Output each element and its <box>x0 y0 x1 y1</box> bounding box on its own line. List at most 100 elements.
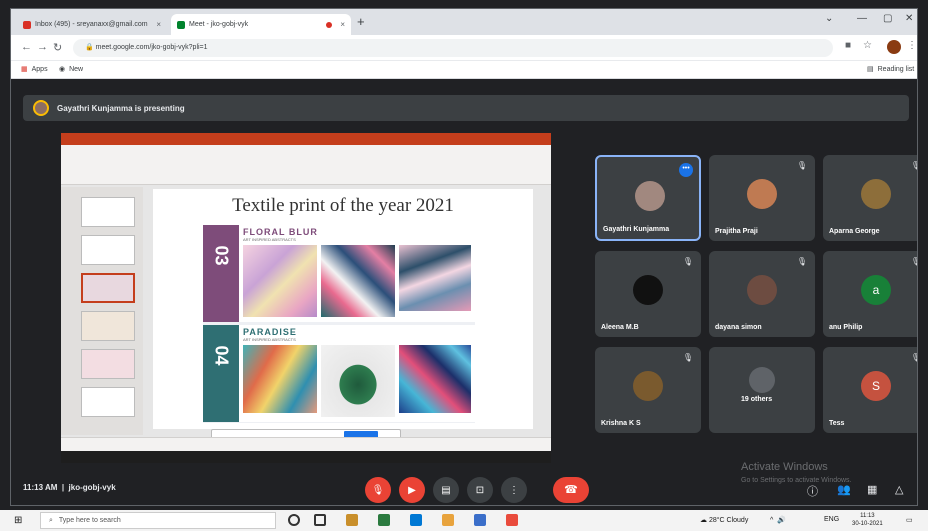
meeting-info: 11:13 AM | jko-gobj-vyk <box>23 483 116 492</box>
language-indicator[interactable]: ENG <box>824 516 839 523</box>
cortana-icon[interactable] <box>288 514 300 526</box>
back-button[interactable]: ← <box>21 41 32 53</box>
chat-icon[interactable]: ▦ <box>867 483 877 496</box>
forward-button[interactable]: → <box>37 41 48 53</box>
new-tab-button[interactable]: + <box>357 14 365 29</box>
edge-icon[interactable] <box>410 514 422 526</box>
tab-gmail[interactable]: Inbox (495) - sreyanaxx@gmail.com × <box>17 14 167 35</box>
weather-status[interactable]: ☁ 28°C Cloudy <box>700 516 748 524</box>
participant-name: Aparna George <box>829 228 880 235</box>
taskbar-search[interactable]: ⌕ Type here to search <box>40 512 276 529</box>
tab-label: Inbox (495) - sreyanaxx@gmail.com <box>35 21 148 28</box>
windows-start-icon[interactable]: ⊞ <box>14 515 22 526</box>
collection-panel: 03 FLORAL BLUR ART INSPIRED ABSTRACTS <box>203 225 475 322</box>
close-window-button[interactable]: ✕ <box>905 13 913 24</box>
collection-title: PARADISE <box>243 327 297 337</box>
participant-avatar <box>861 179 891 209</box>
participant-tile[interactable]: 🎙 Aleena M.B <box>595 251 701 337</box>
participant-tile[interactable]: S 🎙 Tess <box>823 347 917 433</box>
tab-label: Meet - jko-gobj-vyk <box>189 21 249 28</box>
profile-avatar[interactable] <box>887 40 901 54</box>
reload-button[interactable]: ↻ <box>53 41 62 54</box>
maximize-button[interactable]: ▢ <box>883 13 892 24</box>
collection-panel: 04 PARADISE ART INSPIRED ABSTRACTS <box>203 325 475 422</box>
participant-name: Tess <box>829 420 845 427</box>
participant-tile[interactable]: ••• Gayathri Kunjamma <box>595 155 701 241</box>
clock[interactable]: 11:13 30-10-2021 <box>852 512 883 528</box>
participant-tile[interactable]: 🎙 Krishna K S <box>595 347 701 433</box>
floral-print-image <box>399 245 471 311</box>
task-view-icon[interactable] <box>314 514 326 526</box>
slide-thumbnail <box>81 311 135 341</box>
participant-tile[interactable]: a 🎙 anu Philip <box>823 251 917 337</box>
participant-tile[interactable]: 🎙 Prajitha Praji <box>709 155 815 241</box>
app-icon[interactable] <box>378 514 390 526</box>
collection-number: 04 <box>211 345 232 366</box>
meet-control-bar: 11:13 AM | jko-gobj-vyk 🎙 ▶ ▤ ⊡ ⋮ ☎ ⓘ 👥 … <box>11 471 917 505</box>
microphone-button[interactable]: 🎙 <box>365 477 391 503</box>
captions-button[interactable]: ▤ <box>433 477 459 503</box>
reading-list-label: Reading list <box>877 65 915 73</box>
slide-thumbnail <box>81 197 135 227</box>
participant-tile-others[interactable]: 19 others <box>709 347 815 433</box>
menu-icon[interactable]: ⋮ <box>907 40 917 51</box>
participant-avatar <box>633 371 663 401</box>
minimize-button[interactable]: — <box>857 13 867 24</box>
meeting-details-icon[interactable]: ⓘ <box>807 483 818 499</box>
trend-board: 03 FLORAL BLUR ART INSPIRED ABSTRACTS 04… <box>203 225 475 423</box>
more-options-icon[interactable]: ••• <box>679 163 693 177</box>
participant-name: Aleena M.B <box>601 324 639 331</box>
powerpoint-ribbon <box>61 145 551 185</box>
participant-avatar <box>749 367 775 393</box>
slide-thumbnail <box>81 349 135 379</box>
presenter-taskbar <box>61 451 551 463</box>
close-tab-icon[interactable]: × <box>340 20 345 29</box>
participant-tile[interactable]: 🎙 Aparna George <box>823 155 917 241</box>
bookmarks-bar: ▦ Apps ◉ New ▤ Reading list <box>11 61 917 79</box>
activities-icon[interactable]: △ <box>895 483 903 496</box>
meeting-code: jko-gobj-vyk <box>68 483 116 492</box>
file-explorer-icon[interactable] <box>346 514 358 526</box>
reading-list-icon: ▤ <box>867 66 874 73</box>
participant-name: 19 others <box>741 396 773 403</box>
participant-avatar <box>633 275 663 305</box>
mic-off-icon: 🎙 <box>911 257 917 266</box>
participant-tile[interactable]: 🎙 dayana simon <box>709 251 815 337</box>
mic-off-icon: 🎙 <box>911 353 917 362</box>
camera-button[interactable]: ▶ <box>399 477 425 503</box>
participant-name: Gayathri Kunjamma <box>603 226 670 233</box>
paradise-print-image <box>321 345 395 417</box>
bookmark-new[interactable]: ◉ New <box>59 65 83 74</box>
tray-icons[interactable]: ^ 🔊 <box>770 516 786 524</box>
bookmark-apps[interactable]: ▦ Apps <box>21 65 48 74</box>
search-icon: ⌕ <box>49 516 53 524</box>
chrome-icon[interactable] <box>506 514 518 526</box>
url-field[interactable]: 🔒 meet.google.com/jko-gobj-vyk?pli=1 <box>73 39 833 57</box>
more-options-button[interactable]: ⋮ <box>501 477 527 503</box>
slide-thumbnail-selected <box>81 273 135 303</box>
lock-icon: 🔒 <box>85 44 96 51</box>
tab-bar: Inbox (495) - sreyanaxx@gmail.com × Meet… <box>11 9 917 35</box>
camera-indicator-icon[interactable]: ■ <box>845 40 851 51</box>
store-icon[interactable] <box>442 514 454 526</box>
notifications-icon[interactable]: ▭ <box>906 516 913 524</box>
weather-text: 28°C Cloudy <box>708 517 749 524</box>
collection-stripe: 04 <box>203 325 239 422</box>
bookmark-label: Apps <box>31 65 48 73</box>
presenting-text: Gayathri Kunjamma is presenting <box>57 103 185 113</box>
shared-screen: Textile print of the year 2021 03 FLORAL… <box>61 133 551 451</box>
participant-avatar: S <box>861 371 891 401</box>
tab-meet[interactable]: Meet - jko-gobj-vyk × <box>171 14 351 35</box>
slide-title: Textile print of the year 2021 <box>232 195 454 216</box>
participant-name: Prajitha Praji <box>715 228 758 235</box>
star-icon[interactable]: ☆ <box>863 40 872 51</box>
slide-thumbnail <box>81 235 135 265</box>
present-now-button[interactable]: ⊡ <box>467 477 493 503</box>
tab-search-icon[interactable]: ⌄ <box>825 13 833 24</box>
leave-call-button[interactable]: ☎ <box>553 477 589 503</box>
app-icon[interactable] <box>474 514 486 526</box>
participant-avatar <box>747 179 777 209</box>
people-icon[interactable]: 👥 <box>837 483 851 496</box>
reading-list-button[interactable]: ▤ Reading list <box>867 65 915 74</box>
close-tab-icon[interactable]: × <box>156 20 161 29</box>
